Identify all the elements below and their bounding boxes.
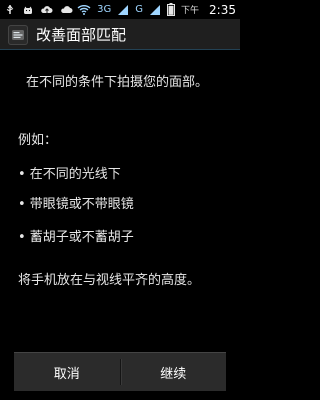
network-g-label: G <box>135 4 144 15</box>
list-item: • 在不同的光线下 <box>18 167 121 182</box>
usb-icon <box>4 4 16 16</box>
signal-3g-icon <box>117 4 129 16</box>
instruction-text: 将手机放在与视线平齐的高度。 <box>18 273 201 288</box>
status-left <box>4 4 74 16</box>
cloud-upload-icon <box>40 4 54 16</box>
time-period: 下午 <box>181 6 200 16</box>
example-label: 例如： <box>18 133 58 148</box>
signal-g-icon <box>149 4 161 16</box>
cancel-button[interactable]: 取消 <box>14 353 120 391</box>
button-bar: 取消 继续 <box>14 352 226 391</box>
cloud-icon <box>60 4 74 16</box>
title-bar: 改善面部匹配 <box>0 19 240 50</box>
time: 2:35 <box>209 2 236 17</box>
intro-text: 在不同的条件下拍摄您的面部。 <box>26 75 209 90</box>
status-right: 3G G 下午 2:35 <box>77 3 236 17</box>
network-3g-label: 3G <box>97 4 112 15</box>
list-item: • 带眼镜或不带眼镜 <box>18 197 134 212</box>
android-debug-icon <box>22 4 34 16</box>
battery-icon <box>167 3 176 16</box>
continue-button[interactable]: 继续 <box>121 353 227 391</box>
page-title: 改善面部匹配 <box>36 26 127 44</box>
app-icon <box>8 24 28 45</box>
content: 在不同的条件下拍摄您的面部。 例如： • 在不同的光线下 • 带眼镜或不带眼镜 … <box>0 50 240 350</box>
status-bar: 3G G 下午 2:35 <box>0 0 240 19</box>
list-item: • 蓄胡子或不蓄胡子 <box>18 230 134 245</box>
wifi-icon <box>77 4 91 16</box>
